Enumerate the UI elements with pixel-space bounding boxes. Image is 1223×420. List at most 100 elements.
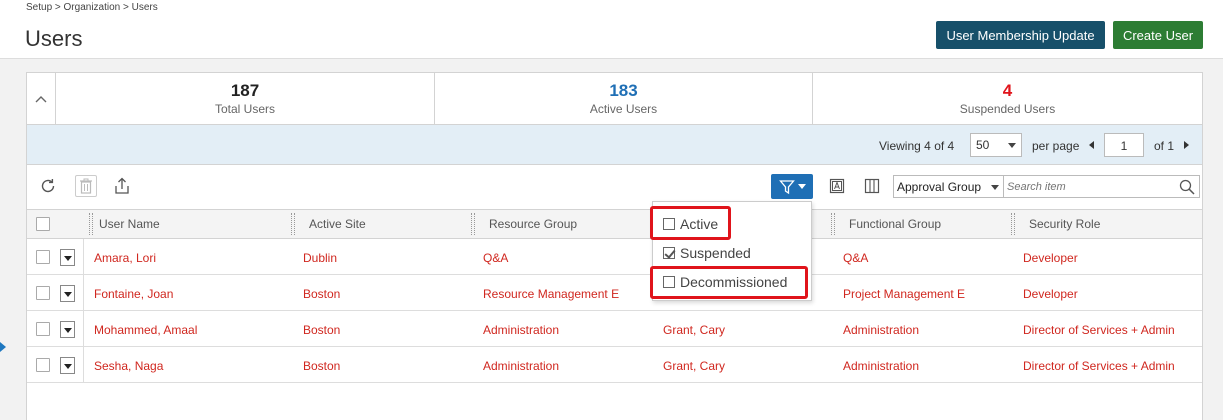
filter-option-label: Suspended [680,245,751,261]
filter-option-suspended[interactable]: Suspended [663,245,751,261]
collapse-button[interactable] [27,73,56,125]
refresh-icon[interactable] [37,175,59,197]
chevron-down-icon [1008,143,1016,148]
pagination-bar: Viewing 4 of 4 50 per page 1 of 1 [27,125,1202,165]
highlight-decommissioned-option [650,266,808,299]
viewing-count: Viewing 4 of 4 [879,139,954,153]
user-membership-update-button[interactable]: User Membership Update [936,21,1105,49]
viewing-of: of [934,139,945,153]
search-icon[interactable] [1179,179,1195,200]
cell-resource-group[interactable]: Resource Management E [483,287,619,301]
cell-resource-group[interactable]: Q&A [483,251,508,265]
stat-suspended-users[interactable]: 4 Suspended Users [813,73,1202,125]
cell-functional-group[interactable]: Administration [843,323,919,337]
delete-icon[interactable] [75,175,97,197]
cell-user-name[interactable]: Amara, Lori [94,251,156,265]
chevron-down-icon [797,184,806,189]
stat-suspended-label: Suspended Users [959,102,1056,116]
row-divider [83,311,84,347]
row-actions-dropdown[interactable] [60,249,75,266]
row-actions-dropdown[interactable] [60,357,75,374]
row-checkbox[interactable] [36,358,50,372]
stat-total-users[interactable]: 187 Total Users [56,73,435,125]
column-user-name[interactable]: User Name [99,217,160,231]
group-by-value: Approval Group [897,180,982,194]
cell-functional-group[interactable]: Q&A [843,251,868,265]
cell-column-4[interactable]: Grant, Cary [663,359,725,373]
cell-security-role[interactable]: Director of Services + Admin [1023,359,1175,373]
per-page-label: per page [1032,139,1080,153]
search-input[interactable] [1003,175,1200,198]
column-active-site[interactable]: Active Site [309,217,366,231]
cell-column-4[interactable]: Grant, Cary [663,323,725,337]
text-format-icon[interactable] [826,175,848,197]
row-divider [83,239,84,275]
per-page-select[interactable]: 50 [970,133,1022,157]
filter-suspended-checkbox[interactable] [663,247,675,259]
cell-active-site[interactable]: Boston [303,287,340,301]
cell-user-name[interactable]: Fontaine, Joan [94,287,173,301]
cell-functional-group[interactable]: Administration [843,359,919,373]
cell-resource-group[interactable]: Administration [483,359,559,373]
stats-bar: 187 Total Users 183 Active Users 4 Suspe… [27,73,1202,125]
page-header: Setup > Organization > Users Users User … [0,0,1223,59]
page-total-label: of 1 [1154,139,1175,153]
stat-total-value: 187 [230,81,260,100]
cell-active-site[interactable]: Dublin [303,251,337,265]
chevron-down-icon [991,185,999,190]
viewing-total: 4 [947,139,955,153]
cell-functional-group[interactable]: Project Management E [843,287,965,301]
column-resize-handle[interactable] [1011,213,1015,235]
viewing-count-value: 4 [924,139,931,153]
stat-total-label: Total Users [214,102,276,116]
group-by-select[interactable]: Approval Group [893,175,1003,198]
stat-active-users[interactable]: 183 Active Users [435,73,813,125]
chevron-up-icon [35,96,47,103]
prev-page-icon[interactable] [1089,141,1094,149]
table-row[interactable]: Fontaine, Joan Boston Resource Managemen… [27,275,1202,311]
highlight-active-option [650,206,731,240]
page-title: Users [25,26,83,51]
row-divider [83,275,84,311]
cell-user-name[interactable]: Mohammed, Amaal [94,323,197,337]
table-header: User Name Active Site Resource Group Fun… [27,209,1202,239]
cell-active-site[interactable]: Boston [303,323,340,337]
cell-user-name[interactable]: Sesha, Naga [94,359,163,373]
next-page-icon[interactable] [1184,141,1189,149]
per-page-value: 50 [976,138,990,152]
row-actions-dropdown[interactable] [60,285,75,302]
row-checkbox[interactable] [36,286,50,300]
create-user-button[interactable]: Create User [1113,21,1203,49]
row-checkbox[interactable] [36,322,50,336]
grid-toolbar: Approval Group [27,165,1202,209]
left-edge-arrow [0,342,6,352]
row-actions-dropdown[interactable] [60,321,75,338]
cell-security-role[interactable]: Director of Services + Admin [1023,323,1175,337]
breadcrumb[interactable]: Setup > Organization > Users [26,2,158,13]
row-divider [83,347,84,383]
column-resize-handle[interactable] [89,213,93,235]
stat-suspended-value: 4 [1002,81,1013,100]
column-security-role[interactable]: Security Role [1029,217,1100,231]
column-resize-handle[interactable] [831,213,835,235]
column-resize-handle[interactable] [291,213,295,235]
cell-security-role[interactable]: Developer [1023,251,1078,265]
filter-icon [778,179,795,194]
export-icon[interactable] [111,175,133,197]
row-checkbox[interactable] [36,250,50,264]
table-row[interactable]: Amara, Lori Dublin Q&A Q&A Developer [27,239,1202,275]
viewing-prefix: Viewing [879,139,921,153]
column-functional-group[interactable]: Functional Group [849,217,941,231]
page-number-input[interactable]: 1 [1104,133,1144,157]
table-row[interactable]: Mohammed, Amaal Boston Administration Gr… [27,311,1202,347]
cell-security-role[interactable]: Developer [1023,287,1078,301]
column-resource-group[interactable]: Resource Group [489,217,577,231]
users-panel: 187 Total Users 183 Active Users 4 Suspe… [26,72,1203,420]
cell-active-site[interactable]: Boston [303,359,340,373]
cell-resource-group[interactable]: Administration [483,323,559,337]
column-resize-handle[interactable] [471,213,475,235]
select-all-checkbox[interactable] [36,217,50,231]
filter-button[interactable] [771,174,813,199]
columns-icon[interactable] [861,175,883,197]
table-row[interactable]: Sesha, Naga Boston Administration Grant,… [27,347,1202,383]
